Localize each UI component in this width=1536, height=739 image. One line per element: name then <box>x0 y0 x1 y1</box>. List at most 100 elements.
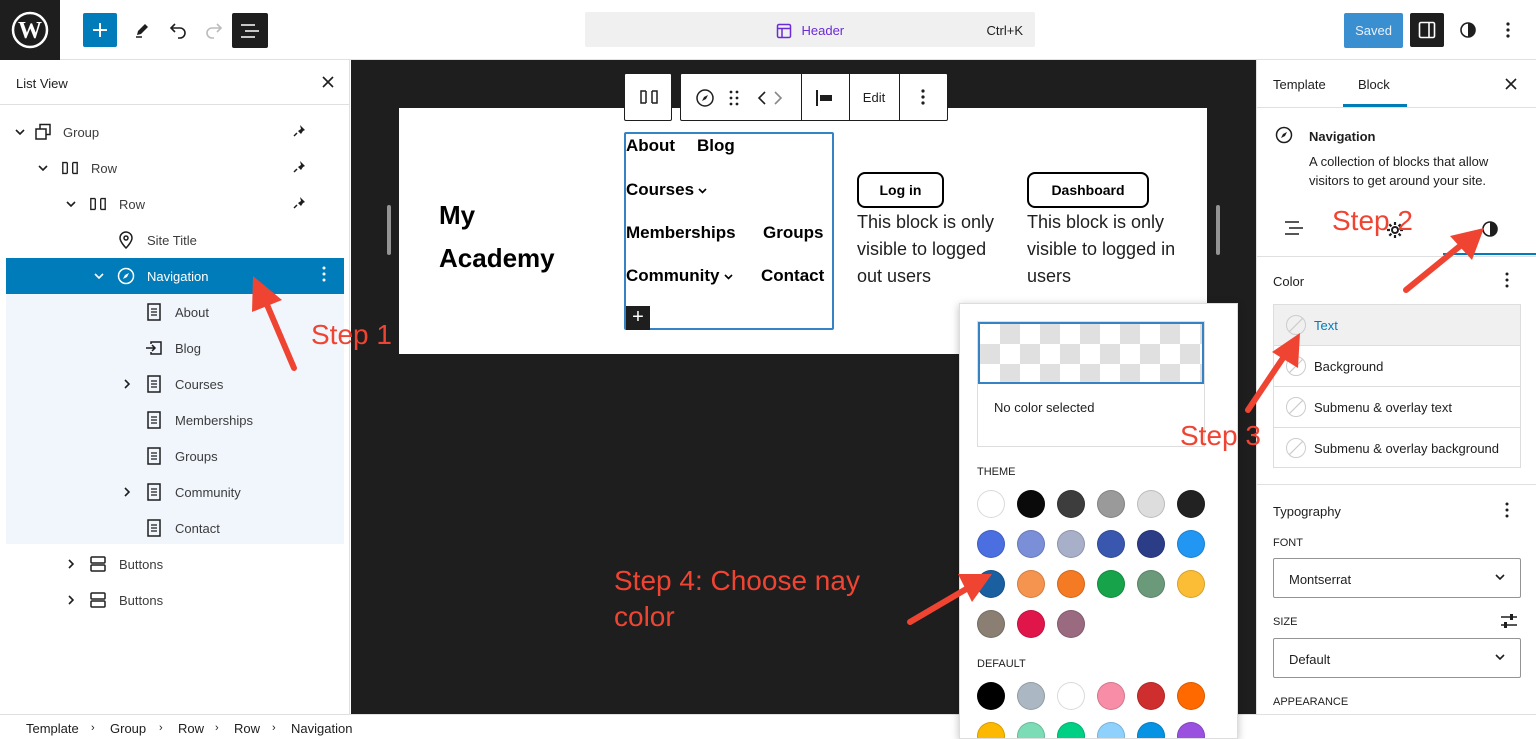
custom-size-settings-icon[interactable] <box>1499 612 1519 630</box>
breadcrumb-template[interactable]: Template <box>26 721 79 736</box>
default-color-swatch[interactable] <box>977 682 1005 710</box>
color-item-submenu-text[interactable]: Submenu & overlay text <box>1274 387 1520 428</box>
redo-icon[interactable] <box>197 13 231 47</box>
chevron-right-icon[interactable] <box>64 593 78 607</box>
theme-color-swatch[interactable] <box>1017 610 1045 638</box>
nav-item-groups[interactable]: Groups <box>763 223 823 243</box>
chevron-right-icon[interactable] <box>64 557 78 571</box>
breadcrumb-navigation[interactable]: Navigation <box>291 721 352 736</box>
list-view-toggle-icon[interactable] <box>232 13 268 48</box>
login-button[interactable]: Log in <box>857 172 944 208</box>
theme-color-swatch[interactable] <box>1057 570 1085 598</box>
justify-left-icon[interactable] <box>815 89 835 107</box>
default-color-swatch[interactable] <box>1137 722 1165 738</box>
close-icon[interactable] <box>318 72 338 92</box>
breadcrumb-row[interactable]: Row <box>234 721 260 736</box>
site-title[interactable]: My Academy <box>439 194 555 280</box>
nav-item-courses[interactable]: Courses <box>626 180 707 200</box>
tab-block[interactable]: Block <box>1358 77 1390 92</box>
move-left-icon[interactable] <box>757 90 767 106</box>
default-color-swatch[interactable] <box>1017 682 1045 710</box>
default-color-swatch[interactable] <box>1097 682 1125 710</box>
theme-color-swatch[interactable] <box>1017 570 1045 598</box>
color-item-text[interactable]: Text <box>1274 305 1520 346</box>
theme-color-swatch[interactable] <box>1017 530 1045 558</box>
resize-handle-right[interactable] <box>1216 205 1220 255</box>
default-color-swatch[interactable] <box>1177 682 1205 710</box>
move-right-icon[interactable] <box>773 90 783 106</box>
list-item-memberships[interactable]: Memberships <box>6 402 344 438</box>
chevron-down-icon[interactable] <box>64 197 78 211</box>
list-item-site-title[interactable]: Site Title <box>6 222 344 258</box>
block-options-icon[interactable] <box>921 89 925 105</box>
list-item-contact[interactable]: Contact <box>6 510 344 546</box>
saved-button[interactable]: Saved <box>1344 13 1403 48</box>
list-item-navigation[interactable]: Navigation <box>6 258 344 294</box>
nav-item-contact[interactable]: Contact <box>761 266 824 286</box>
nav-item-community[interactable]: Community <box>626 266 733 286</box>
nav-item-memberships[interactable]: Memberships <box>626 223 736 243</box>
default-color-swatch[interactable] <box>1097 722 1125 738</box>
theme-color-swatch[interactable] <box>1097 490 1125 518</box>
nav-item-about[interactable]: About <box>626 136 675 156</box>
command-palette-bar[interactable]: Header Ctrl+K <box>585 12 1035 47</box>
default-color-swatch[interactable] <box>1177 722 1205 738</box>
theme-color-swatch[interactable] <box>1097 530 1125 558</box>
chevron-down-icon[interactable] <box>13 125 27 139</box>
default-color-swatch[interactable] <box>1057 682 1085 710</box>
resize-handle-left[interactable] <box>387 205 391 255</box>
add-nav-item-button[interactable]: + <box>626 306 650 330</box>
typography-options-icon[interactable] <box>1505 502 1517 522</box>
compass-icon[interactable] <box>695 88 715 108</box>
parent-row-button[interactable] <box>624 73 672 121</box>
drag-handle-icon[interactable] <box>729 88 739 108</box>
add-block-button[interactable] <box>83 13 117 47</box>
default-color-swatch[interactable] <box>1137 682 1165 710</box>
color-item-submenu-background[interactable]: Submenu & overlay background <box>1274 428 1520 469</box>
list-item-buttons[interactable]: Buttons <box>6 582 344 618</box>
theme-color-swatch[interactable] <box>1137 490 1165 518</box>
chevron-down-icon[interactable] <box>36 161 50 175</box>
theme-color-swatch[interactable] <box>977 530 1005 558</box>
breadcrumb-group[interactable]: Group <box>110 721 146 736</box>
list-view-subtab-icon[interactable] <box>1283 220 1323 244</box>
list-item-groups[interactable]: Groups <box>6 438 344 474</box>
theme-color-swatch[interactable] <box>1057 490 1085 518</box>
theme-color-swatch[interactable] <box>1137 530 1165 558</box>
undo-icon[interactable] <box>161 13 195 47</box>
wordpress-logo-icon[interactable]: W <box>0 0 60 60</box>
font-size-select[interactable]: Default <box>1273 638 1521 678</box>
edit-button[interactable]: Edit <box>851 90 897 105</box>
default-color-swatch[interactable] <box>1017 722 1045 738</box>
options-more-icon[interactable] <box>1491 13 1525 47</box>
theme-color-swatch[interactable] <box>977 490 1005 518</box>
font-family-select[interactable]: Montserrat <box>1273 558 1521 598</box>
theme-color-swatch[interactable] <box>977 610 1005 638</box>
list-item-blog[interactable]: Blog <box>6 330 344 366</box>
list-item-courses[interactable]: Courses <box>6 366 344 402</box>
navigation-block[interactable]: About Blog Courses Memberships Groups Co… <box>624 132 834 330</box>
list-item-about[interactable]: About <box>6 294 344 330</box>
chevron-right-icon[interactable] <box>120 485 134 499</box>
color-item-background[interactable]: Background <box>1274 346 1520 387</box>
list-item-group[interactable]: Group <box>6 114 344 150</box>
chevron-right-icon[interactable] <box>120 377 134 391</box>
list-item-row[interactable]: Row <box>6 150 344 186</box>
tools-pencil-icon[interactable] <box>125 13 159 47</box>
theme-color-swatch[interactable] <box>1057 530 1085 558</box>
close-icon[interactable] <box>1501 74 1521 94</box>
theme-color-swatch[interactable] <box>1017 490 1045 518</box>
theme-color-swatch[interactable] <box>1137 570 1165 598</box>
theme-color-swatch[interactable] <box>1177 530 1205 558</box>
theme-color-swatch[interactable] <box>1057 610 1085 638</box>
list-item-row[interactable]: Row <box>6 186 344 222</box>
dashboard-button[interactable]: Dashboard <box>1027 172 1149 208</box>
options-more-icon[interactable] <box>322 266 334 286</box>
list-item-community[interactable]: Community <box>6 474 344 510</box>
default-color-swatch[interactable] <box>977 722 1005 738</box>
nav-item-blog[interactable]: Blog <box>697 136 735 156</box>
theme-color-swatch[interactable] <box>1097 570 1125 598</box>
color-options-icon[interactable] <box>1505 272 1517 292</box>
transparent-checker[interactable] <box>978 322 1204 384</box>
settings-sidebar-icon[interactable] <box>1410 13 1444 47</box>
